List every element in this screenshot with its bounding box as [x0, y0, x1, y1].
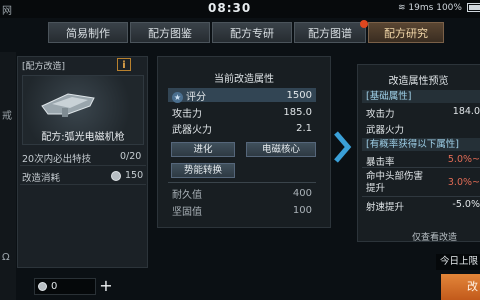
item-name: 配方:弧光电磁机枪	[41, 132, 125, 143]
battery-icon	[466, 3, 480, 12]
rof-row: 射速提升 -5.0%	[366, 199, 480, 213]
head-damage-row: 命中头部伤害提升 3.0%~	[366, 171, 480, 195]
divider	[20, 184, 146, 185]
tab-label: 配方图谱	[308, 26, 352, 40]
head-damage-value: 3.0%~	[447, 177, 480, 188]
side-strip: 戒 Ω	[0, 52, 16, 300]
network-indicator: 网	[2, 6, 12, 17]
coin-icon	[38, 282, 47, 291]
tab-label: 简易制作	[66, 26, 110, 40]
current-attributes-title: 当前改造属性	[214, 74, 274, 85]
status-bar: 网 08:30 ≋ 19ms 100%	[0, 0, 480, 18]
preview-attack-row: 攻击力 184.0	[366, 106, 480, 120]
base-section-header: [基础属性]	[362, 90, 480, 103]
wifi-icon: ≋	[398, 3, 406, 13]
chance-section-header: [有概率获得以下属性]	[362, 138, 480, 151]
tab-recipe-book[interactable]: 配方图鉴	[130, 22, 210, 43]
currency-field[interactable]: 0	[34, 278, 96, 295]
tab-recipe-research[interactable]: 配方研究	[368, 22, 444, 43]
tab-label: 配方图鉴	[148, 26, 192, 40]
guarantee-value: 0/20	[120, 151, 142, 162]
divider	[20, 165, 146, 166]
preview-firepower-row: 武器火力	[366, 122, 480, 136]
notification-dot-icon	[360, 20, 368, 28]
side-glyph: 戒	[2, 111, 12, 122]
attack-label: 攻击力	[172, 108, 202, 120]
panel-header: [配方改造]	[22, 62, 66, 72]
battery-percent: 100%	[436, 3, 462, 13]
preview-title: 改造属性预览	[388, 76, 449, 87]
attack-value: 185.0	[283, 106, 312, 118]
modify-button[interactable]: 改	[441, 274, 480, 300]
status-right: ≋ 19ms 100%	[398, 3, 480, 13]
coin-icon	[111, 171, 121, 181]
crit-row: 暴击率 5.0%~	[366, 154, 480, 168]
preview-attack-label: 攻击力	[366, 109, 395, 120]
sturdiness-label: 坚固值	[172, 206, 202, 218]
cost-value: 150	[125, 170, 144, 181]
divider	[168, 182, 316, 183]
star-icon: ★	[172, 91, 183, 103]
firepower-value: 2.1	[296, 122, 312, 134]
rating-value: 1500	[286, 89, 312, 101]
head-damage-label: 命中头部伤害提升	[366, 171, 424, 194]
evolve-button[interactable]: 进化	[171, 142, 235, 157]
cost-label: 改造消耗	[22, 173, 61, 184]
tab-label: 配方专研	[230, 26, 274, 40]
preview-firepower-label: 武器火力	[366, 125, 405, 136]
tab-recipe-atlas[interactable]: 配方图谱	[294, 20, 368, 43]
rof-value: -5.0%	[452, 199, 480, 210]
crit-label: 暴击率	[366, 157, 395, 168]
info-icon[interactable]: i	[117, 58, 131, 71]
tab-label: 配方研究	[384, 26, 428, 40]
gun-icon	[41, 93, 95, 117]
daily-limit-tag: 今日上限	[436, 254, 480, 270]
sturdiness-row: 坚固值 100	[168, 203, 316, 218]
rating-row: ★ 评分 1500	[168, 88, 316, 103]
tab-recipe-study[interactable]: 配方专研	[212, 22, 292, 43]
preview-attack-value: 184.0	[452, 106, 480, 117]
divider	[362, 196, 480, 197]
latency: 19ms	[408, 3, 434, 13]
view-only-note: 仅查看改造	[412, 233, 458, 243]
side-glyph-2: Ω	[2, 252, 10, 263]
divider	[362, 167, 480, 168]
guarantee-label: 20次内必出特技	[22, 154, 92, 165]
durability-label: 耐久值	[172, 189, 202, 201]
durability-row: 耐久值 400	[168, 186, 316, 201]
rating-label: 评分	[186, 91, 206, 103]
tab-simple-craft[interactable]: 简易制作	[48, 22, 128, 43]
currency-value: 0	[51, 281, 58, 292]
crit-value: 5.0%~	[447, 154, 480, 165]
firepower-row: 武器火力 2.1	[168, 121, 316, 136]
durability-value: 400	[292, 187, 312, 199]
clock: 08:30	[208, 1, 252, 15]
sturdiness-value: 100	[292, 204, 312, 216]
add-currency-button[interactable]: +	[98, 277, 114, 295]
attack-row: 攻击力 185.0	[168, 105, 316, 120]
rof-label: 射速提升	[366, 202, 405, 213]
firepower-label: 武器火力	[172, 124, 212, 136]
chevron-right-icon	[334, 131, 352, 163]
em-core-button[interactable]: 电磁核心	[246, 142, 316, 157]
energy-convert-button[interactable]: 势能转换	[171, 163, 235, 178]
